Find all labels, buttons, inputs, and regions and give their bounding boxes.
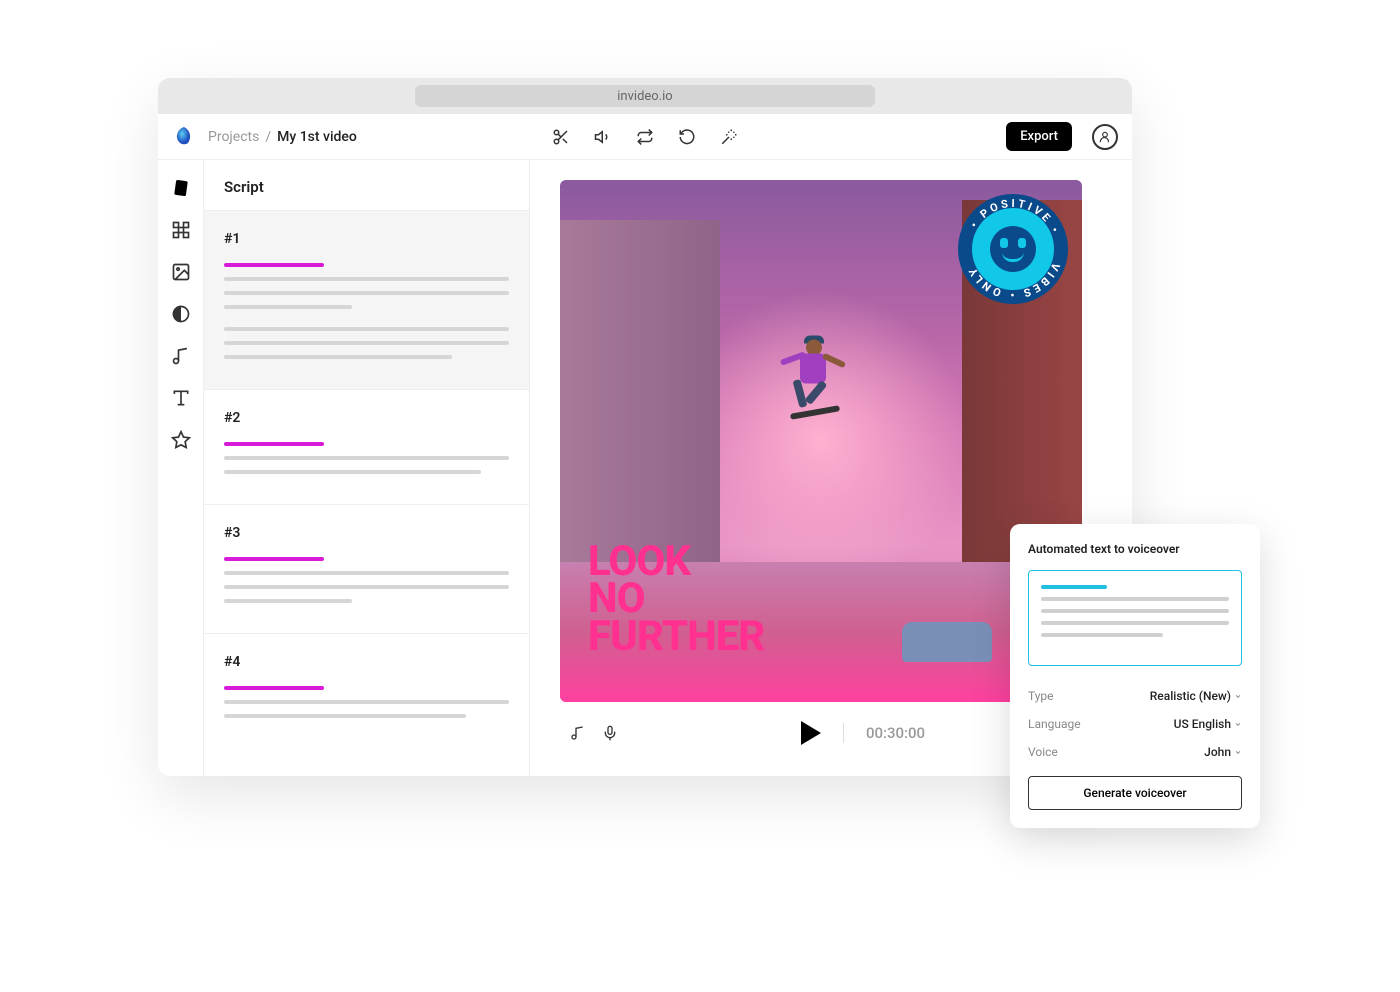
chevron-down-icon — [1234, 692, 1242, 700]
voiceover-type-row: Type Realistic (New) — [1028, 682, 1242, 710]
text-line — [224, 341, 509, 345]
main-content: Script #1 #2 #3 — [158, 160, 1132, 776]
text-line — [224, 355, 452, 359]
voiceover-language-row: Language US English — [1028, 710, 1242, 738]
script-block[interactable]: #2 — [204, 389, 529, 504]
text-line — [224, 599, 352, 603]
type-select[interactable]: Realistic (New) — [1150, 689, 1242, 703]
text-line — [224, 557, 324, 561]
breadcrumb-root[interactable]: Projects — [208, 129, 259, 145]
script-block-number: #2 — [224, 410, 509, 426]
volume-icon[interactable] — [594, 128, 612, 146]
script-block-number: #1 — [224, 231, 509, 247]
app-window: invideo.io Projects / My 1st video Expor… — [158, 78, 1132, 776]
magic-wand-icon[interactable] — [720, 128, 738, 146]
toolbar — [552, 128, 738, 146]
text-line — [224, 686, 324, 690]
timecode: 00:30:00 — [866, 724, 925, 742]
browser-chrome: invideo.io — [158, 78, 1132, 114]
voiceover-title: Automated text to voiceover — [1028, 542, 1242, 556]
breadcrumb-sep: / — [265, 129, 271, 145]
voice-label: Voice — [1028, 745, 1058, 759]
voice-select[interactable]: John — [1204, 745, 1242, 759]
text-line — [224, 470, 481, 474]
script-block-number: #3 — [224, 525, 509, 541]
play-button[interactable] — [801, 721, 821, 745]
breadcrumb: Projects / My 1st video — [208, 129, 357, 145]
app-logo-icon — [172, 125, 196, 149]
video-canvas[interactable]: • POSITIVE •VIBES • ONLY LOOK NO FURTHER — [560, 180, 1082, 702]
type-label: Type — [1028, 689, 1054, 703]
voiceover-panel: Automated text to voiceover Type Realist… — [1010, 524, 1260, 828]
text-line — [224, 714, 466, 718]
nav-music-icon[interactable] — [171, 346, 191, 366]
app-header: Projects / My 1st video Export — [158, 114, 1132, 160]
voiceover-voice-row: Voice John — [1028, 738, 1242, 766]
microphone-icon[interactable] — [602, 725, 618, 741]
refresh-icon[interactable] — [678, 128, 696, 146]
script-panel-title: Script — [204, 160, 529, 210]
chevron-down-icon — [1234, 720, 1242, 728]
text-line — [224, 291, 509, 295]
user-icon — [1098, 130, 1112, 144]
chevron-down-icon — [1234, 748, 1242, 756]
user-avatar[interactable] — [1092, 124, 1118, 150]
nav-script-icon[interactable] — [171, 178, 191, 198]
script-block[interactable]: #1 — [204, 210, 529, 389]
text-line — [224, 571, 509, 575]
text-line — [224, 456, 509, 460]
text-line — [224, 700, 509, 704]
text-line — [224, 305, 352, 309]
swap-icon[interactable] — [636, 128, 654, 146]
canvas-headline: LOOK NO FURTHER — [588, 543, 764, 656]
url-bar[interactable]: invideo.io — [415, 85, 875, 107]
nav-theme-icon[interactable] — [171, 304, 191, 324]
text-line — [224, 277, 509, 281]
voiceover-text-input[interactable] — [1028, 570, 1242, 666]
skater-graphic — [786, 336, 856, 421]
script-block-number: #4 — [224, 654, 509, 670]
audio-track-icon[interactable] — [570, 725, 586, 741]
export-button[interactable]: Export — [1006, 122, 1072, 151]
script-block[interactable]: #3 — [204, 504, 529, 633]
nav-star-icon[interactable] — [171, 430, 191, 450]
divider — [843, 723, 844, 743]
breadcrumb-current[interactable]: My 1st video — [277, 129, 357, 145]
nav-image-icon[interactable] — [171, 262, 191, 282]
nav-text-icon[interactable] — [171, 388, 191, 408]
text-line — [224, 327, 509, 331]
side-nav — [158, 160, 204, 776]
text-line — [224, 263, 324, 267]
badge-sticker: • POSITIVE •VIBES • ONLY — [958, 194, 1068, 304]
text-line — [224, 442, 324, 446]
text-line — [224, 585, 509, 589]
script-panel: Script #1 #2 #3 — [204, 160, 530, 776]
language-select[interactable]: US English — [1174, 717, 1242, 731]
cut-icon[interactable] — [552, 128, 570, 146]
language-label: Language — [1028, 717, 1081, 731]
generate-voiceover-button[interactable]: Generate voiceover — [1028, 776, 1242, 810]
script-block[interactable]: #4 — [204, 633, 529, 748]
nav-layout-icon[interactable] — [171, 220, 191, 240]
